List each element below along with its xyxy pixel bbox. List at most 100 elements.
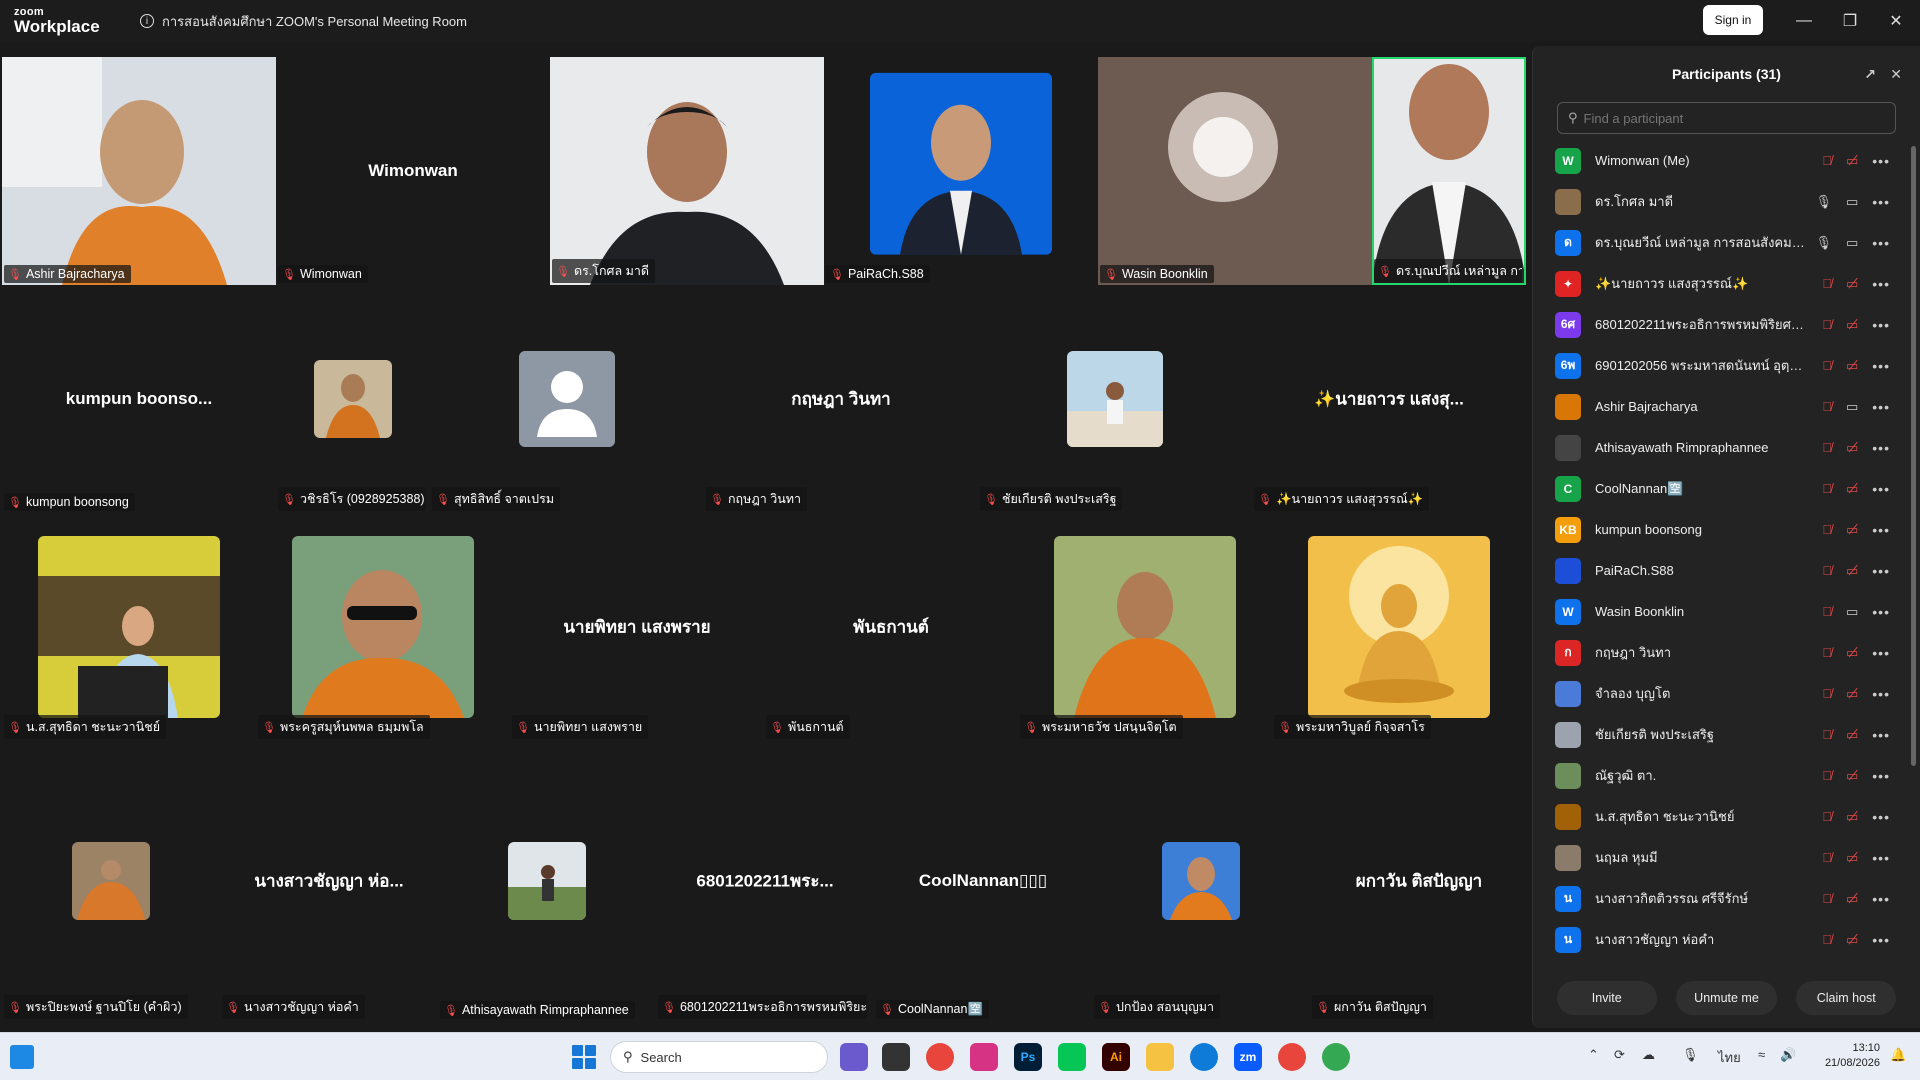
more-options-icon[interactable]: ••• [1872,440,1890,456]
participant-row[interactable]: น นางสาวชัญญา ห่อคำ 🎙̸ ▭̸ ••• [1533,919,1920,960]
sign-in-button[interactable]: Sign in [1703,5,1763,35]
more-options-icon[interactable]: ••• [1872,768,1890,784]
participant-row[interactable]: น.ส.สุทธิดา ชะนะวานิชย์ 🎙̸ ▭̸ ••• [1533,796,1920,837]
participant-row[interactable]: 6พ 6901202056 พระมหาสดนันทน์ อุตฺตมเมธี 🎙̸… [1533,345,1920,386]
participant-row[interactable]: C CoolNannan🈳 🎙̸ ▭̸ ••• [1533,468,1920,509]
chrome-icon[interactable] [926,1043,954,1071]
video-tile[interactable]: Wimonwan 🎙 Wimonwan [276,57,550,285]
more-options-icon[interactable]: ••• [1872,194,1890,210]
more-options-icon[interactable]: ••• [1872,727,1890,743]
wifi-icon[interactable]: ≈ [1758,1047,1765,1062]
video-tile[interactable]: 🎙 พระมหาวิบูลย์ กิจฺจสาโร [1272,513,1526,741]
participant-search-input[interactable] [1583,110,1844,126]
video-tile[interactable]: นางสาวชัญญา ห่อ... 🎙 นางสาวชัญญา ห่อคำ [220,741,438,1021]
video-tile[interactable]: 🎙 Ashir Bajracharya [2,57,276,285]
participant-row[interactable]: จำลอง บุญโต 🎙̸ ▭̸ ••• [1533,673,1920,714]
more-options-icon[interactable]: ••• [1872,399,1890,415]
more-options-icon[interactable]: ••• [1872,809,1890,825]
video-tile[interactable]: 🎙 ชัยเกียรติ พงประเสริฐ [978,285,1252,513]
more-options-icon[interactable]: ••• [1872,153,1890,169]
video-tile[interactable]: 🎙 Athisayawath Rimpraphannee [438,741,656,1021]
list-scrollbar[interactable] [1911,146,1916,766]
participant-row[interactable]: W Wimonwan (Me) 🎙̸ ▭̸ ••• [1533,140,1920,181]
more-options-icon[interactable]: ••• [1872,276,1890,292]
minimize-icon[interactable]: — [1784,8,1824,34]
more-options-icon[interactable]: ••• [1872,563,1890,579]
more-options-icon[interactable]: ••• [1872,358,1890,374]
video-tile[interactable]: 🎙 พระครูสมุห์นพพล ธมฺมพโล [256,513,510,741]
more-options-icon[interactable]: ••• [1872,317,1890,333]
clock[interactable]: 13:10 21/08/2026 [1800,1041,1880,1071]
unmute-me-button[interactable]: Unmute me [1676,981,1777,1015]
participant-row[interactable]: 6ศ 6801202211พระอธิการพรหมพิริยศร สุ... 🎙̸… [1533,304,1920,345]
close-panel-icon[interactable]: ✕ [1890,66,1902,83]
video-tile[interactable]: 🎙 สุทธิสิทธิ์ จาตเปรม [430,285,704,513]
chrome-profile-2-icon[interactable] [1322,1043,1350,1071]
cloud-icon[interactable]: ☁ [1642,1047,1655,1063]
video-tile[interactable]: 🎙 พระมหาธวัช ปสนฺนจิตฺโต [1018,513,1272,741]
restore-icon[interactable]: ❐ [1830,8,1870,34]
microphone-icon[interactable]: 🎙 [1682,1047,1699,1063]
meeting-info[interactable]: i การสอนสังคมศึกษา ZOOM's Personal Meeti… [140,11,467,32]
more-options-icon[interactable]: ••• [1872,481,1890,497]
participant-row[interactable]: Ashir Bajracharya 🎙̸ ▭ ••• [1533,386,1920,427]
widgets-icon[interactable] [10,1045,34,1069]
chevron-up-icon[interactable]: ⌃ [1588,1047,1599,1063]
video-tile[interactable]: นายพิทยา แสงพราย 🎙 นายพิทยา แสงพราย [510,513,764,741]
video-tile[interactable]: 🎙 พระปิยะพงษ์ ฐานปิโย (คำผิว) [2,741,220,1021]
more-options-icon[interactable]: ••• [1872,932,1890,948]
participant-row[interactable]: PaiRaCh.S88 🎙̸ ▭̸ ••• [1533,550,1920,591]
chrome-profile-icon[interactable] [1278,1043,1306,1071]
photo-app-icon[interactable] [970,1043,998,1071]
close-window-icon[interactable]: ✕ [1876,8,1916,34]
line-icon[interactable] [1058,1043,1086,1071]
taskbar-search[interactable]: ⚲ Search [610,1041,828,1073]
zoom-icon[interactable]: zm [1234,1043,1262,1071]
popout-icon[interactable]: ↗ [1864,66,1876,83]
video-tile[interactable]: CoolNannan▯▯▯ 🎙 CoolNannan🈳 [874,741,1092,1021]
participant-row[interactable]: ณัฐวุฒิ ตา. 🎙̸ ▭̸ ••• [1533,755,1920,796]
video-tile[interactable]: กฤษฎา วินทา 🎙 กฤษฎา วินทา [704,285,978,513]
video-tile[interactable]: 🎙 ดร.โกศล มาดี [550,57,824,285]
participant-row[interactable]: ดร.โกศล มาดี 🎙 ▭ ••• [1533,181,1920,222]
photoshop-icon[interactable]: Ps [1014,1043,1042,1071]
illustrator-icon[interactable]: Ai [1102,1043,1130,1071]
video-tile[interactable]: kumpun boonso... 🎙 kumpun boonsong [2,285,276,513]
active-speaker-tile[interactable]: 🎙ดร.บุณปวีณ์ เหล่ามูล การ... [1372,57,1526,285]
notification-bell-icon[interactable]: 🔔 [1890,1047,1906,1063]
invite-button[interactable]: Invite [1556,981,1657,1015]
more-options-icon[interactable]: ••• [1872,645,1890,661]
participant-search[interactable]: ⚲ [1557,102,1896,134]
more-options-icon[interactable]: ••• [1872,891,1890,907]
video-tile[interactable]: ✨นายถาวร แสงสุ... 🎙 ✨นายถาวร แสงสุวรรณ์✨ [1252,285,1526,513]
participant-row[interactable]: นฤมล หุมมี 🎙̸ ▭̸ ••• [1533,837,1920,878]
task-view-icon[interactable] [882,1043,910,1071]
participant-row[interactable]: ด ดร.บุณยวีณ์ เหล่ามูล การสอนสังคมศึก... 🎙… [1533,222,1920,263]
sync-icon[interactable]: ⟳ [1614,1047,1625,1063]
video-tile[interactable]: 6801202211พระ... 🎙 6801202211พระอธิการพรห… [656,741,874,1021]
participant-row[interactable]: W Wasin Boonklin 🎙̸ ▭ ••• [1533,591,1920,632]
file-explorer-icon[interactable] [1146,1043,1174,1071]
more-options-icon[interactable]: ••• [1872,522,1890,538]
edge-icon[interactable] [1190,1043,1218,1071]
participant-row[interactable]: Athisayawath Rimpraphannee 🎙̸ ▭̸ ••• [1533,427,1920,468]
speaker-icon[interactable]: 🔊 [1780,1047,1796,1063]
copilot-icon[interactable] [840,1043,868,1071]
participant-row[interactable]: KB kumpun boonsong 🎙̸ ▭̸ ••• [1533,509,1920,550]
start-icon[interactable] [572,1045,596,1069]
participant-row[interactable]: น นางสาวกิตติวรรณ ศรีจีรักษ์ 🎙̸ ▭̸ ••• [1533,878,1920,919]
participant-row[interactable]: ✦ ✨นายถาวร แสงสุวรรณ์✨ 🎙̸ ▭̸ ••• [1533,263,1920,304]
more-options-icon[interactable]: ••• [1872,235,1890,251]
video-tile[interactable]: ผกาวัน ติสปัญญา 🎙 ผกาวัน ติสปัญญา [1310,741,1528,1021]
participant-row[interactable]: ชัยเกียรติ พงประเสริฐ 🎙̸ ▭̸ ••• [1533,714,1920,755]
video-tile[interactable]: 🎙 PaiRaCh.S88 [824,57,1098,285]
info-icon[interactable]: i [140,14,154,28]
video-tile[interactable]: 🎙 น.ส.สุทธิดา ชะนะวานิชย์ [2,513,256,741]
claim-host-button[interactable]: Claim host [1796,981,1897,1015]
video-tile[interactable]: 🎙 ปกป้อง สอนบุญมา [1092,741,1310,1021]
video-tile[interactable]: 🎙 Wasin Boonklin [1098,57,1372,285]
video-tile[interactable]: พันธกานต์ 🎙 พันธกานต์ [764,513,1018,741]
video-tile[interactable]: 🎙 วชิรธิโร (0928925388) [276,285,430,513]
more-options-icon[interactable]: ••• [1872,850,1890,866]
more-options-icon[interactable]: ••• [1872,604,1890,620]
